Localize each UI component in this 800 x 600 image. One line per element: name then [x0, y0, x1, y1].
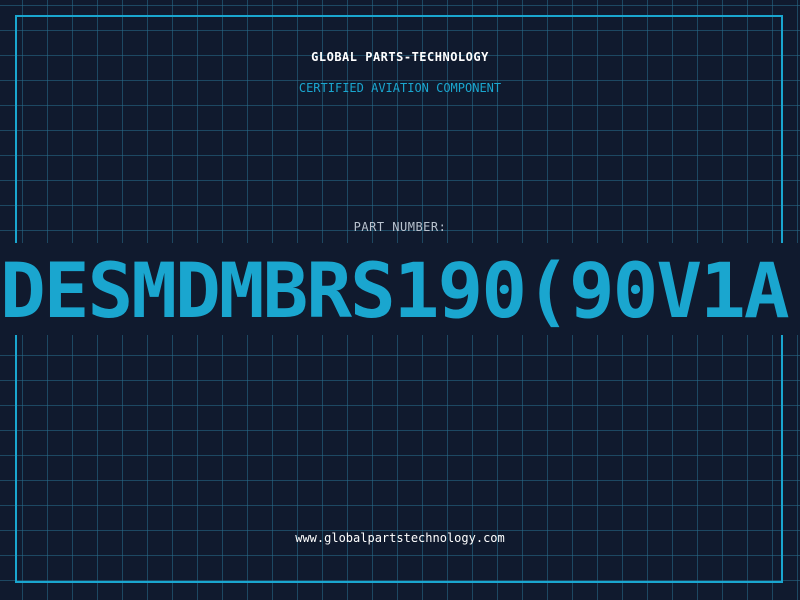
brand-subtitle: CERTIFIED AVIATION COMPONENT	[298, 81, 502, 95]
part-number-value: DESMDMBRS190(90V1A	[0, 249, 790, 333]
website-url[interactable]: www.globalpartstechnology.com	[0, 531, 800, 545]
part-label-card: GLOBAL PARTS-TECHNOLOGY CERTIFIED AVIATI…	[0, 0, 800, 600]
part-number-label: PART NUMBER:	[353, 220, 447, 234]
brand-title: GLOBAL PARTS-TECHNOLOGY	[311, 50, 489, 64]
